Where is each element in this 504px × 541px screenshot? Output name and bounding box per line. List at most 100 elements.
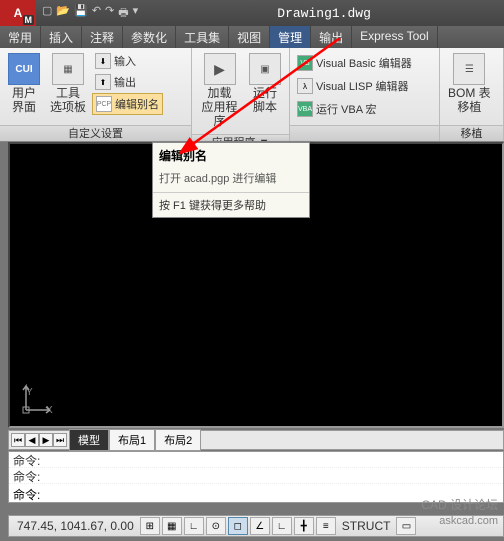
quick-access-toolbar: ▢ 📂 💾 ↶ ↷ 🖶 ▾	[36, 4, 144, 23]
tab-parametric[interactable]: 参数化	[123, 26, 176, 48]
ribbon: CUI 用户界面 ▦ 工具选项板 ⬇ 输入 ⬆ 输出 PCP 编辑别名	[0, 48, 504, 142]
layout-tab-layout1[interactable]: 布局1	[109, 429, 155, 451]
qat-dropdown-icon[interactable]: ▾	[133, 4, 139, 23]
tooltip-title: 编辑别名	[153, 143, 309, 168]
user-interface-button[interactable]: CUI 用户界面	[4, 51, 44, 117]
panel-vba: VB Visual Basic 编辑器 λ Visual LISP 编辑器 VB…	[290, 48, 440, 141]
watermark-1: CAD 设计论坛	[421, 496, 498, 513]
ui-label-1: 用户	[12, 86, 36, 100]
tooltip: 编辑别名 打开 acad.pgp 进行编辑 按 F1 键获得更多帮助	[152, 142, 310, 218]
layout-prev-icon[interactable]: ◀	[25, 433, 39, 447]
tab-view[interactable]: 视图	[229, 26, 270, 48]
otrack-button[interactable]: ∠	[250, 517, 270, 535]
app-logo-letter: A	[14, 6, 23, 20]
load-label-2: 应用程序	[201, 100, 237, 128]
grid-button[interactable]: ▦	[162, 517, 182, 535]
panel-migrate-title: 移植	[440, 125, 503, 141]
bom-icon: ☰	[453, 53, 485, 85]
tab-insert[interactable]: 插入	[41, 26, 82, 48]
cui-icon: CUI	[8, 53, 40, 85]
ortho-button[interactable]: ∟	[184, 517, 204, 535]
open-icon[interactable]: 📂	[56, 4, 70, 23]
panel-apps-title[interactable]: 应用程序 ▼	[192, 134, 289, 141]
import-button[interactable]: ⬇ 输入	[92, 51, 163, 71]
bom-label-1: BOM 表	[448, 86, 491, 100]
tools-label-2: 选项板	[50, 100, 86, 114]
layout-first-icon[interactable]: ⏮	[11, 433, 25, 447]
panel-migrate: ☰ BOM 表移植 移植	[440, 48, 504, 141]
layout-tabs: ⏮ ◀ ▶ ⏭ 模型 布局1 布局2	[8, 430, 504, 450]
vb-editor-button[interactable]: VB Visual Basic 编辑器	[294, 53, 415, 73]
save-icon[interactable]: 💾	[74, 4, 88, 23]
ducs-button[interactable]: ∟	[272, 517, 292, 535]
tab-tools[interactable]: 工具集	[176, 26, 229, 48]
cmd-history-2: 命令:	[9, 468, 503, 484]
panel-vba-title	[290, 125, 439, 141]
export-icon: ⬆	[95, 74, 111, 90]
vb-label: Visual Basic 编辑器	[316, 55, 412, 71]
snap-button[interactable]: ⊞	[140, 517, 160, 535]
new-icon[interactable]: ▢	[42, 4, 52, 23]
cmd-history-1: 命令:	[9, 452, 503, 468]
panel-customize-title: 自定义设置	[0, 125, 191, 141]
run-vba-button[interactable]: VBA 运行 VBA 宏	[294, 99, 415, 119]
run-script-button[interactable]: ▣ 运行脚本	[245, 51, 285, 117]
layout-tab-model[interactable]: 模型	[69, 429, 109, 451]
cmd-prompt: 命令:	[13, 488, 40, 502]
import-label: 输入	[114, 53, 136, 69]
load-icon: ▶	[204, 53, 236, 85]
vba-run-icon: VBA	[297, 101, 313, 117]
ribbon-tabs: 常用 插入 注释 参数化 工具集 视图 管理 输出 Express Tool	[0, 26, 504, 48]
document-title: Drawing1.dwg	[144, 6, 504, 21]
tools-label-1: 工具	[56, 86, 80, 100]
vba-label: 运行 VBA 宏	[316, 101, 377, 117]
import-icon: ⬇	[95, 53, 111, 69]
bom-label-2: 移植	[457, 100, 481, 114]
vb-icon: VB	[297, 55, 313, 71]
run-label-2: 脚本	[253, 100, 277, 114]
tool-palettes-button[interactable]: ▦ 工具选项板	[46, 51, 90, 117]
bom-migrate-button[interactable]: ☰ BOM 表移植	[444, 51, 495, 117]
editalias-label: 编辑别名	[115, 96, 159, 112]
panel-applications: ▶ 加载应用程序 ▣ 运行脚本 应用程序 ▼	[192, 48, 290, 141]
tooltip-description: 打开 acad.pgp 进行编辑	[153, 168, 309, 192]
pcp-icon: PCP	[96, 96, 112, 112]
osnap-button[interactable]: ◻	[228, 517, 248, 535]
panel-customize: CUI 用户界面 ▦ 工具选项板 ⬇ 输入 ⬆ 输出 PCP 编辑别名	[0, 48, 192, 141]
export-label: 输出	[114, 74, 136, 90]
vlisp-label: Visual LISP 编辑器	[316, 78, 409, 94]
dyn-button[interactable]: ╋	[294, 517, 314, 535]
polar-button[interactable]: ⊙	[206, 517, 226, 535]
tab-output[interactable]: 输出	[311, 26, 352, 48]
tab-express[interactable]: Express Tool	[352, 26, 437, 48]
run-label-1: 运行	[253, 86, 277, 100]
undo-icon[interactable]: ↶	[92, 4, 101, 23]
palette-icon: ▦	[52, 53, 84, 85]
layout-last-icon[interactable]: ⏭	[53, 433, 67, 447]
lwt-button[interactable]: ≡	[316, 517, 336, 535]
tab-annotate[interactable]: 注释	[82, 26, 123, 48]
vlisp-icon: λ	[297, 78, 313, 94]
layout-tab-layout2[interactable]: 布局2	[155, 429, 201, 451]
layout-next-icon[interactable]: ▶	[39, 433, 53, 447]
export-button[interactable]: ⬆ 输出	[92, 72, 163, 92]
app-logo-sub: M	[23, 15, 35, 25]
script-icon: ▣	[249, 53, 281, 85]
struct-label[interactable]: STRUCT	[338, 519, 395, 533]
load-app-button[interactable]: ▶ 加载应用程序	[196, 51, 243, 131]
app-menu-button[interactable]: A M	[0, 0, 36, 26]
tooltip-help: 按 F1 键获得更多帮助	[153, 192, 309, 217]
watermark-2: askcad.com	[439, 515, 498, 527]
status-bar: 747.45, 1041.67, 0.00 ⊞ ▦ ∟ ⊙ ◻ ∠ ∟ ╋ ≡ …	[8, 515, 504, 537]
redo-icon[interactable]: ↷	[105, 4, 114, 23]
tab-manage[interactable]: 管理	[270, 26, 311, 48]
title-bar: A M ▢ 📂 💾 ↶ ↷ 🖶 ▾ Drawing1.dwg	[0, 0, 504, 26]
model-button[interactable]: ▭	[396, 517, 416, 535]
coordinates[interactable]: 747.45, 1041.67, 0.00	[13, 519, 138, 533]
load-label-1: 加载	[207, 86, 231, 100]
ui-label-2: 界面	[12, 100, 36, 114]
edit-aliases-button[interactable]: PCP 编辑别名	[92, 93, 163, 115]
vlisp-editor-button[interactable]: λ Visual LISP 编辑器	[294, 76, 415, 96]
tab-home[interactable]: 常用	[0, 26, 41, 48]
print-icon[interactable]: 🖶	[118, 4, 128, 23]
